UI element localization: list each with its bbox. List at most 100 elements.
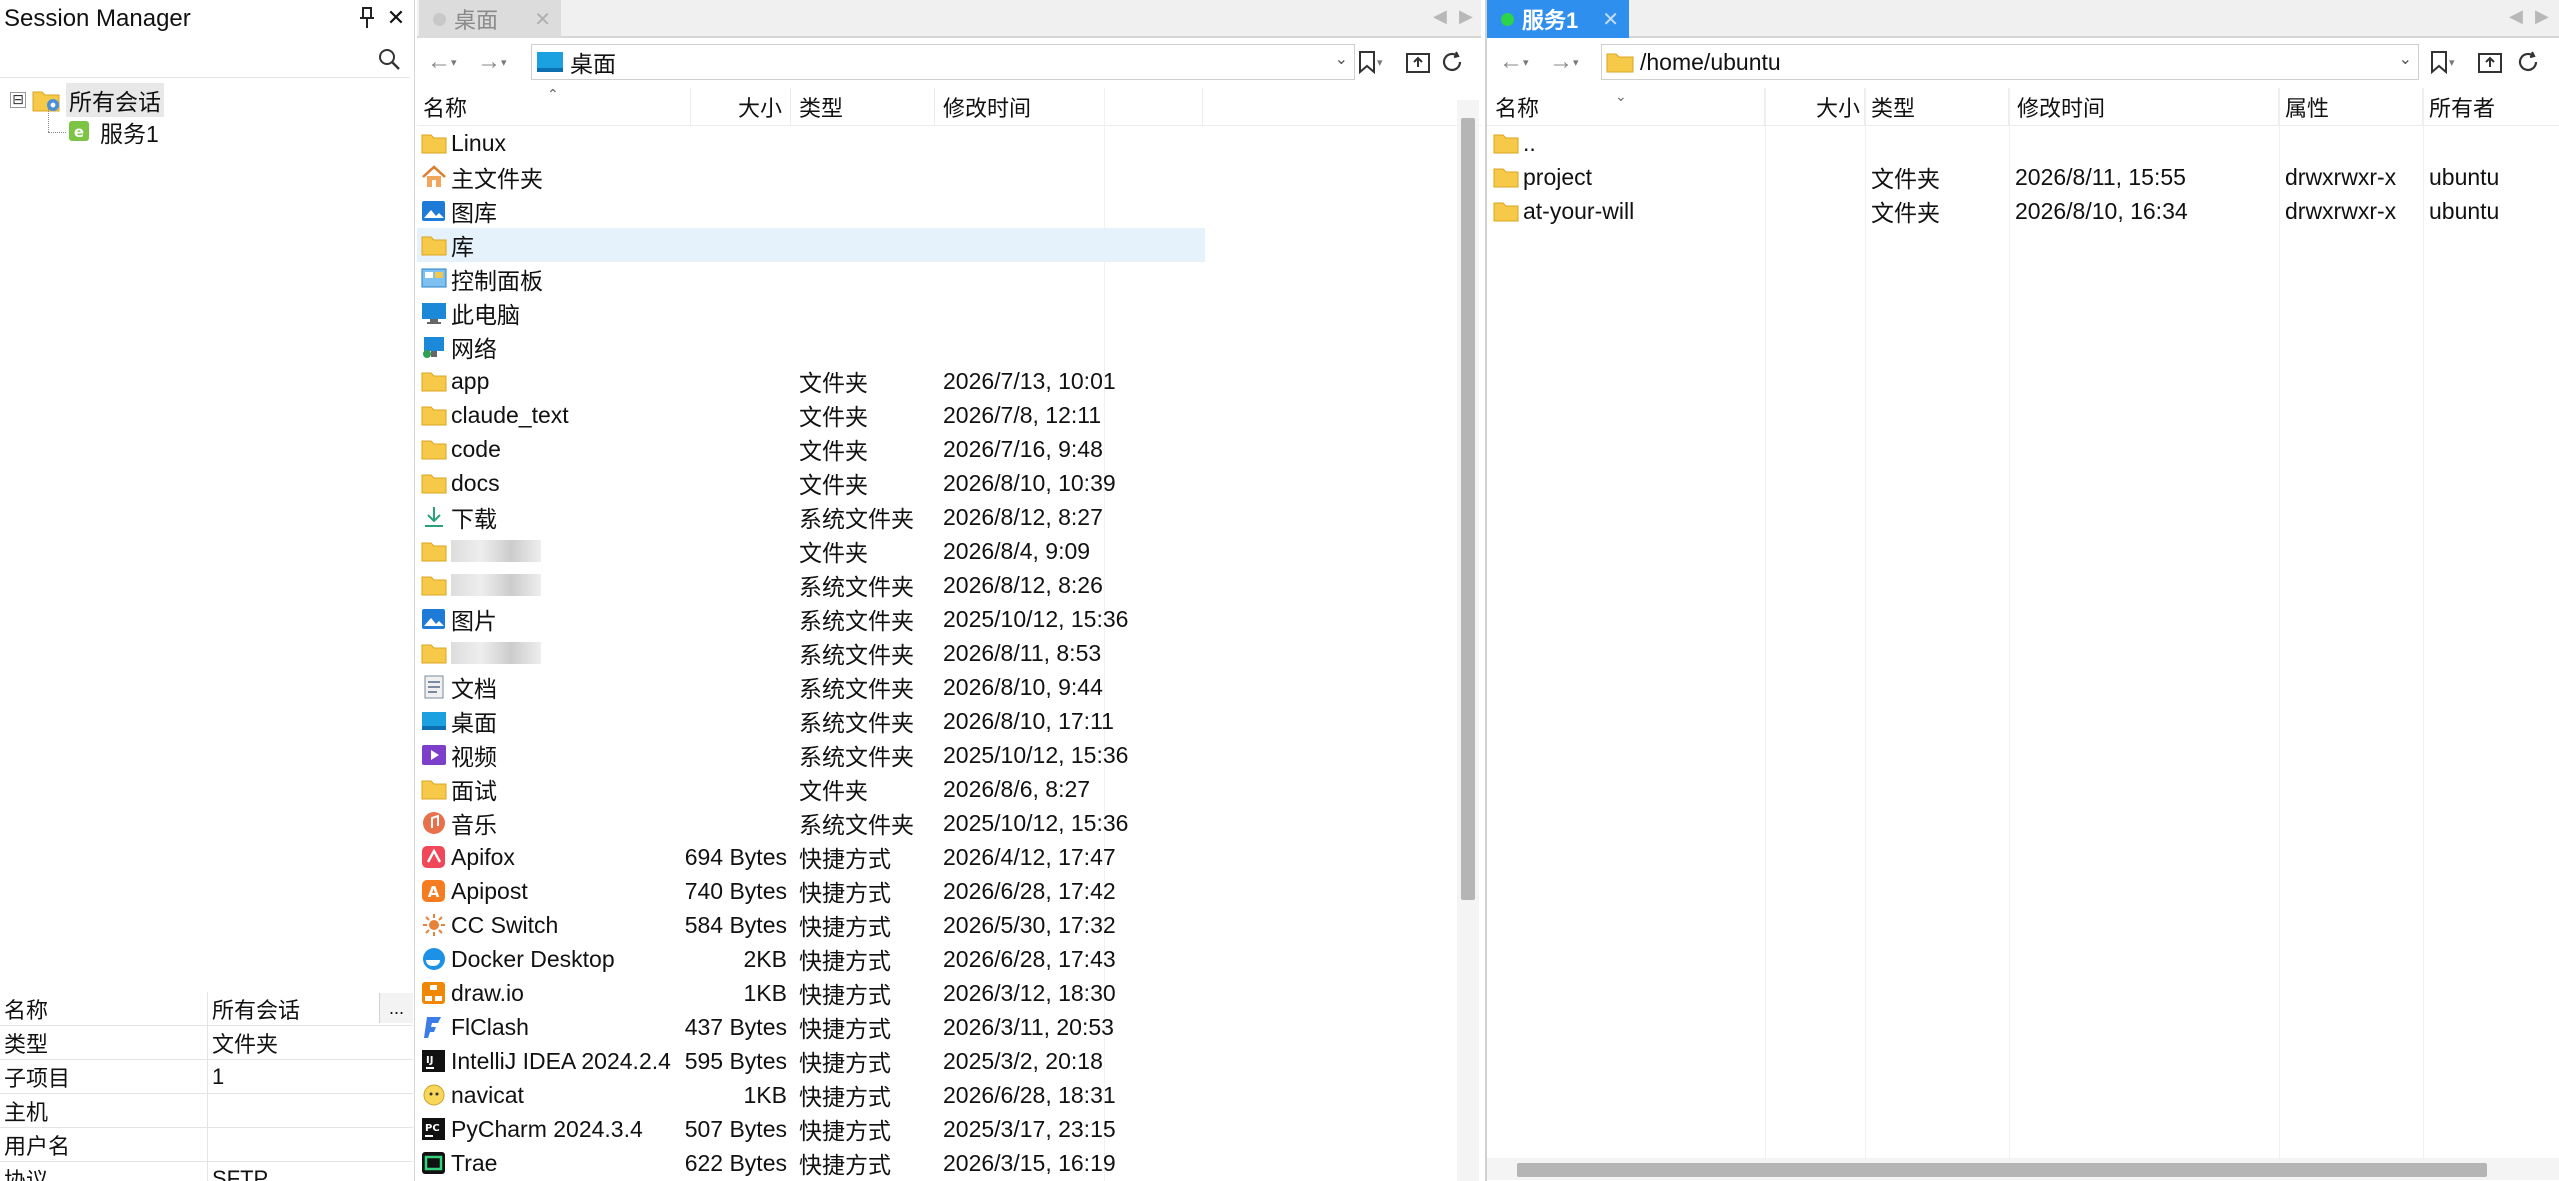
tab-scroll-right-icon[interactable]: ▶ — [2535, 6, 2549, 27]
tree-item-service1[interactable]: e 服务1 — [66, 116, 159, 148]
file-row[interactable]: project 文件夹 2026/8/11, 15:55 drwxrwxr-x ubun… — [1487, 160, 2559, 194]
file-row[interactable]: 视频 系统文件夹 2025/10/12, 15:36 — [417, 738, 1205, 772]
file-name-cell: CC Switch — [421, 908, 691, 942]
file-row[interactable]: PC PyCharm 2024.3.4 507 Bytes 快捷方式 2025/3/17… — [417, 1112, 1205, 1146]
file-row[interactable]: 文档 系统文件夹 2026/8/10, 9:44 — [417, 670, 1205, 704]
file-name: .. — [1523, 129, 1536, 156]
file-type-text: 快捷方式 — [799, 1118, 891, 1144]
back-arrow-icon[interactable]: ← ▾ — [427, 48, 457, 76]
column-header-owner[interactable]: 所有者 — [2423, 88, 2559, 126]
bookmark-icon[interactable]: ▾ — [2429, 48, 2455, 76]
tab-scroll-left-icon[interactable]: ◀ — [1433, 6, 1447, 27]
file-row[interactable]: 面试 文件夹 2026/8/6, 8:27 — [417, 772, 1205, 806]
bookmark-icon[interactable]: ▾ — [1357, 48, 1383, 76]
back-arrow-icon[interactable]: ← ▾ — [1499, 48, 1529, 76]
tab-scroll-left-icon[interactable]: ◀ — [2509, 6, 2523, 27]
column-header-size[interactable]: 大小 — [691, 88, 791, 126]
tree-item-all-sessions[interactable]: ⊟ 所有会话 — [10, 83, 164, 117]
close-icon[interactable]: ✕ — [384, 4, 408, 32]
scrollbar-thumb[interactable] — [1461, 118, 1475, 900]
file-modified-text: 2026/7/16, 9:48 — [943, 435, 1103, 462]
column-header-modified[interactable]: 修改时间 — [935, 88, 1203, 126]
new-folder-icon[interactable] — [1405, 48, 1431, 76]
file-row[interactable]: FlClash 437 Bytes 快捷方式 2026/3/11, 20:53 — [417, 1010, 1205, 1044]
file-row[interactable]: 主文件夹 — [417, 160, 1205, 194]
forward-arrow-icon[interactable]: → ▾ — [1549, 48, 1579, 76]
file-row[interactable]: 系统文件夹 2026/8/12, 8:26 — [417, 568, 1205, 602]
file-row[interactable]: draw.io 1KB 快捷方式 2026/3/12, 18:30 — [417, 976, 1205, 1010]
file-row[interactable]: A Apipost 740 Bytes 快捷方式 2026/6/28, 17:42 — [417, 874, 1205, 908]
tab-close-icon[interactable]: ✕ — [534, 7, 551, 32]
column-header-size[interactable]: 大小 — [1765, 88, 1865, 126]
file-row[interactable]: Apifox 694 Bytes 快捷方式 2026/4/12, 17:47 — [417, 840, 1205, 874]
pin-icon[interactable] — [356, 4, 378, 32]
file-row[interactable]: 图片 系统文件夹 2025/10/12, 15:36 — [417, 602, 1205, 636]
file-row[interactable]: 系统文件夹 2026/8/11, 8:53 — [417, 636, 1205, 670]
file-row[interactable]: 下载 系统文件夹 2026/8/12, 8:27 — [417, 500, 1205, 534]
file-row[interactable]: at-your-will 文件夹 2026/8/10, 16:34 drwxrwxr-… — [1487, 194, 2559, 228]
file-row[interactable]: Docker Desktop 2KB 快捷方式 2026/6/28, 17:43 — [417, 942, 1205, 976]
new-folder-icon[interactable] — [2477, 48, 2503, 76]
file-type: 文件夹 — [799, 432, 939, 466]
file-row[interactable]: code 文件夹 2026/7/16, 9:48 — [417, 432, 1205, 466]
tab-remote-service1[interactable]: 服务1 ✕ — [1487, 0, 1629, 38]
property-row[interactable]: 子项目 1 — [0, 1060, 413, 1094]
file-modified: 2025/10/12, 15:36 — [943, 602, 1205, 636]
property-row[interactable]: 用户名 — [0, 1128, 413, 1162]
file-row[interactable]: 文件夹 2026/8/4, 9:09 — [417, 534, 1205, 568]
remote-path-box[interactable]: /home/ubuntu ⌄ — [1601, 44, 2419, 80]
refresh-icon[interactable] — [2515, 48, 2541, 76]
remote-horizontal-scrollbar[interactable] — [1487, 1158, 2559, 1180]
search-icon[interactable] — [376, 46, 402, 72]
file-row[interactable]: 图库 — [417, 194, 1205, 228]
local-vertical-scrollbar[interactable] — [1457, 100, 1479, 1181]
refresh-icon[interactable] — [1439, 48, 1465, 76]
file-row[interactable]: navicat 1KB 快捷方式 2026/6/28, 18:31 — [417, 1078, 1205, 1112]
property-row[interactable]: 名称 所有会话... — [0, 992, 413, 1026]
property-row[interactable]: 主机 — [0, 1094, 413, 1128]
forward-arrow-icon[interactable]: → ▾ — [477, 48, 507, 76]
property-key: 子项目 — [0, 1060, 208, 1093]
scrollbar-thumb[interactable] — [1517, 1163, 2487, 1177]
chevron-down-icon[interactable]: ⌄ — [1335, 49, 1348, 69]
parent-folder-icon — [1493, 131, 1519, 155]
file-modified-text: 2026/8/4, 9:09 — [943, 537, 1091, 564]
file-name-cell: 图片 — [421, 602, 691, 636]
ellipsis-button[interactable]: ... — [379, 993, 413, 1023]
chevron-down-icon[interactable]: ⌄ — [2399, 49, 2412, 69]
control-panel-icon — [421, 267, 447, 291]
file-row[interactable]: 桌面 系统文件夹 2026/8/10, 17:11 — [417, 704, 1205, 738]
file-row[interactable]: Trae 622 Bytes 快捷方式 2026/3/15, 16:19 — [417, 1146, 1205, 1180]
local-path-box[interactable]: 桌面 ⌄ — [531, 44, 1355, 80]
property-row[interactable]: 类型 文件夹 — [0, 1026, 413, 1060]
column-header-name[interactable]: 名称 ⌃ — [423, 86, 691, 126]
tab-local-desktop[interactable]: 桌面 ✕ — [419, 0, 561, 38]
file-modified: 2026/6/28, 18:31 — [943, 1078, 1205, 1112]
file-row[interactable]: 控制面板 — [417, 262, 1205, 296]
file-row[interactable]: CC Switch 584 Bytes 快捷方式 2026/5/30, 17:32 — [417, 908, 1205, 942]
property-row[interactable]: 协议 SFTP — [0, 1162, 413, 1181]
column-header-attributes[interactable]: 属性 — [2279, 88, 2423, 126]
file-size-text: 694 Bytes — [684, 843, 787, 870]
column-header-name[interactable]: 名称 ⌄ — [1495, 88, 1765, 126]
file-row[interactable]: claude_text 文件夹 2026/7/8, 12:11 — [417, 398, 1205, 432]
file-row[interactable]: app 文件夹 2026/7/13, 10:01 — [417, 364, 1205, 398]
tab-close-icon[interactable]: ✕ — [1602, 7, 1619, 32]
tab-scroll-right-icon[interactable]: ▶ — [1459, 6, 1473, 27]
session-search-input[interactable] — [4, 43, 364, 75]
file-row[interactable]: 网络 — [417, 330, 1205, 364]
collapse-icon[interactable]: ⊟ — [10, 92, 26, 108]
folder-icon — [421, 777, 447, 801]
file-row[interactable]: docs 文件夹 2026/8/10, 10:39 — [417, 466, 1205, 500]
column-header-modified[interactable]: 修改时间 — [2009, 88, 2279, 126]
column-header-type[interactable]: 类型 — [1865, 88, 2009, 126]
file-row[interactable]: Linux — [417, 126, 1205, 160]
file-row[interactable]: 此电脑 — [417, 296, 1205, 330]
file-row[interactable]: 音乐 系统文件夹 2025/10/12, 15:36 — [417, 806, 1205, 840]
file-size — [691, 330, 787, 364]
file-row[interactable]: .. — [1487, 126, 2559, 160]
file-row[interactable]: 库 — [417, 228, 1205, 262]
file-row[interactable]: IJ IntelliJ IDEA 2024.2.4 595 Bytes 快捷方式 202… — [417, 1044, 1205, 1078]
header-label: 大小 — [737, 96, 782, 121]
column-header-type[interactable]: 类型 — [791, 88, 935, 126]
